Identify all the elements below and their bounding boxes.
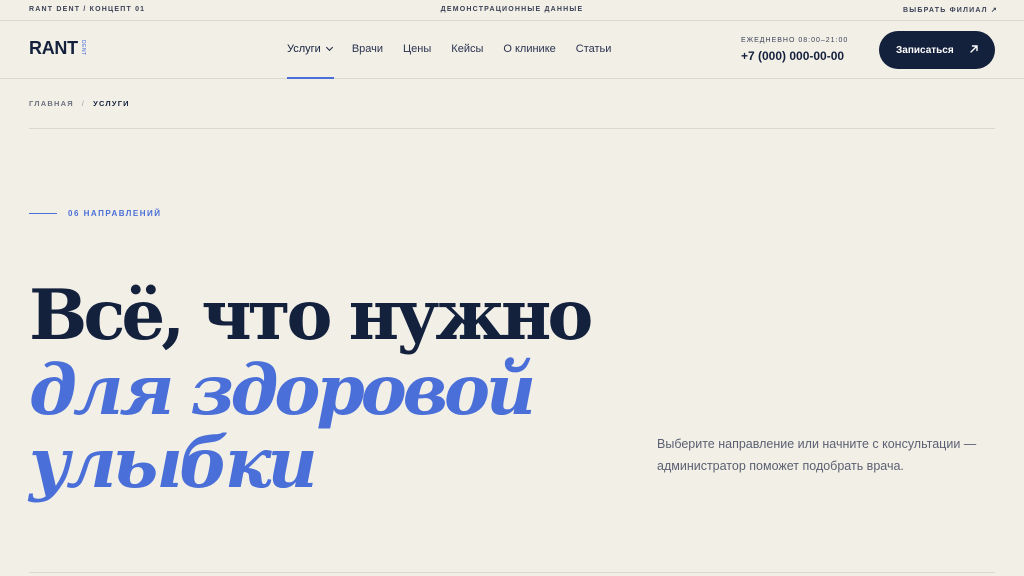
logo[interactable]: RANT DENT: [29, 38, 86, 59]
divider: [29, 128, 995, 129]
working-hours: ЕЖЕДНЕВНО 08:00–21:00: [741, 37, 849, 44]
phone-link[interactable]: +7 (000) 000-00-00: [741, 49, 844, 63]
breadcrumb: ГЛАВНАЯ / УСЛУГИ: [29, 99, 130, 108]
nav-item-label: Услуги: [287, 43, 321, 55]
breadcrumb-home-link[interactable]: ГЛАВНАЯ: [29, 99, 74, 108]
nav-item-cases[interactable]: Кейсы: [451, 43, 483, 55]
section-kicker: 06 НАПРАВЛЕНИЙ: [29, 209, 162, 218]
breadcrumb-separator: /: [81, 99, 86, 108]
choose-branch-link[interactable]: ВЫБРАТЬ ФИЛИАЛ ↗: [903, 6, 998, 14]
arrow-up-right-icon: [970, 45, 978, 53]
nav-item-services[interactable]: Услуги: [287, 43, 333, 55]
logo-subtext: DENT: [79, 40, 86, 56]
demo-notice: ДЕМОНСТРАЦИОННЫЕ ДАННЫЕ: [440, 6, 584, 13]
book-appointment-button[interactable]: Записаться: [879, 31, 995, 69]
nav-item-prices[interactable]: Цены: [403, 43, 431, 55]
kicker-line: [29, 212, 57, 215]
nav-item-articles[interactable]: Статьи: [576, 43, 612, 55]
book-appointment-label: Записаться: [896, 44, 954, 56]
title-line-3: улыбки: [29, 423, 318, 504]
site-header: RANT DENT Услуги Врачи Цены Кейсы О клин…: [0, 21, 1024, 79]
logo-text: RANT: [29, 38, 78, 58]
nav-item-about[interactable]: О клинике: [503, 43, 555, 55]
title-line-1: Всё, что нужно: [29, 275, 593, 356]
lead-text: Выберите направление или начните с консу…: [657, 437, 977, 473]
nav-item-doctors[interactable]: Врачи: [352, 43, 383, 55]
page-title: Всё, что нужно для здоровой улыбки: [29, 275, 593, 504]
breadcrumb-current: УСЛУГИ: [93, 99, 130, 108]
main-nav: Услуги Врачи Цены Кейсы О клинике Статьи: [287, 43, 631, 55]
title-line-2: для здоровой: [29, 350, 536, 431]
bottom-divider: [29, 572, 995, 573]
active-nav-indicator: [287, 77, 334, 79]
top-bar: RANT DENT / КОНЦЕПТ 01 ДЕМОНСТРАЦИОННЫЕ …: [0, 0, 1024, 21]
chevron-down-icon: [325, 43, 333, 52]
kicker-text: 06 НАПРАВЛЕНИЙ: [68, 209, 162, 218]
